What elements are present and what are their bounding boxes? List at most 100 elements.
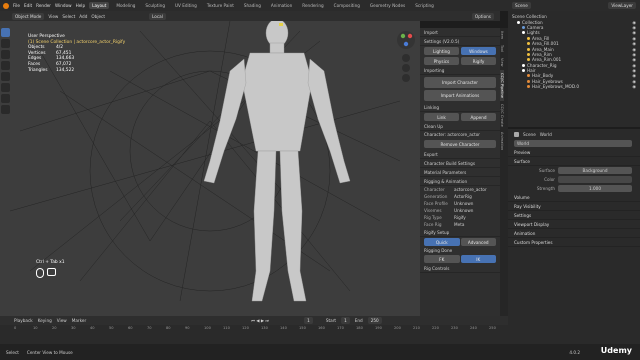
rigify-button[interactable]: Rigify: [461, 57, 496, 65]
tab-rendering[interactable]: Rendering: [299, 2, 326, 9]
playback-menu[interactable]: Playback: [14, 318, 33, 323]
visibility-eye-icon[interactable]: ◉: [632, 36, 636, 41]
import-animations-button[interactable]: Import Animations: [424, 90, 496, 101]
rig-controls-header[interactable]: Rig Controls: [420, 264, 500, 273]
tab-texture-paint[interactable]: Texture Paint: [204, 2, 237, 9]
visibility-eye-icon[interactable]: ◉: [632, 41, 636, 46]
marker-menu[interactable]: Marker: [72, 318, 86, 323]
physics-button[interactable]: Physics: [424, 57, 459, 65]
menu-view[interactable]: View: [48, 14, 58, 19]
visibility-eye-icon[interactable]: ◉: [632, 25, 636, 30]
windows-button[interactable]: Windows: [461, 47, 496, 55]
tab-sculpting[interactable]: Sculpting: [142, 2, 168, 9]
tab-shading[interactable]: Shading: [241, 2, 264, 9]
timeline-ruler[interactable]: 0 10 20 30 40 50 60 70 80 90 100 110 120 130 140 150 160…: [0, 326, 508, 333]
tab-view[interactable]: View: [500, 55, 504, 70]
surface-field[interactable]: Surface Background: [508, 166, 640, 175]
mode-selector[interactable]: Object Mode: [12, 12, 45, 20]
visibility-eye-icon[interactable]: ◉: [632, 47, 636, 52]
visibility-eye-icon[interactable]: ◉: [632, 84, 636, 89]
material-params-header[interactable]: Material Parameters: [420, 168, 500, 177]
tab-modeling[interactable]: Modeling: [113, 2, 138, 9]
blender-logo-icon[interactable]: [3, 2, 9, 9]
current-frame-field[interactable]: 1: [304, 317, 313, 324]
section-volume[interactable]: Volume: [508, 193, 640, 202]
tab-animation[interactable]: Animation: [268, 2, 295, 9]
tab-scripting[interactable]: Scripting: [412, 2, 437, 9]
rotate-tool-icon[interactable]: [1, 61, 10, 70]
tab-geometry-nodes[interactable]: Geometry Nodes: [367, 2, 408, 9]
annotate-tool-icon[interactable]: [1, 94, 10, 103]
menu-file[interactable]: File: [13, 3, 20, 8]
visibility-eye-icon[interactable]: ◉: [632, 68, 636, 73]
visibility-eye-icon[interactable]: ◉: [632, 20, 636, 25]
visibility-eye-icon[interactable]: ◉: [632, 63, 636, 68]
tab-layout[interactable]: Layout: [89, 2, 110, 9]
importing-header[interactable]: Importing: [420, 66, 500, 75]
strength-field[interactable]: Strength 1.000: [508, 184, 640, 193]
scale-tool-icon[interactable]: [1, 72, 10, 81]
rigify-setup-header[interactable]: Rigify Setup: [420, 228, 500, 237]
color-field[interactable]: Color: [508, 175, 640, 184]
char-build-header[interactable]: Character Build Settings: [420, 159, 500, 168]
visibility-eye-icon[interactable]: ◉: [632, 52, 636, 57]
world-name-field[interactable]: World: [508, 139, 640, 148]
section-animation[interactable]: Animation: [508, 229, 640, 238]
section-ray-visibility[interactable]: Ray Visibility: [508, 202, 640, 211]
visibility-eye-icon[interactable]: ◉: [632, 79, 636, 84]
menu-add[interactable]: Add: [79, 14, 87, 19]
menu-edit[interactable]: Edit: [24, 3, 32, 8]
tab-cc-pipeline[interactable]: CC/iC Pipeline: [500, 69, 504, 101]
start-frame-field[interactable]: 1: [341, 317, 350, 324]
link-button[interactable]: Link: [424, 113, 459, 121]
tab-animation[interactable]: Animation: [500, 129, 504, 153]
menu-window[interactable]: Window: [55, 3, 72, 8]
menu-render[interactable]: Render: [36, 3, 51, 8]
keying-menu[interactable]: Keying: [38, 318, 52, 323]
section-preview[interactable]: Preview: [508, 148, 640, 157]
transform-tool-icon[interactable]: [1, 83, 10, 92]
linking-header[interactable]: Linking: [420, 103, 500, 112]
ik-button[interactable]: IK: [460, 255, 496, 263]
menu-object[interactable]: Object: [91, 14, 105, 19]
quick-tab[interactable]: Quick: [424, 238, 460, 246]
play-controls-icon[interactable]: ⏮ ◀ ▶ ⏭: [251, 318, 269, 323]
tab-uv-editing[interactable]: UV Editing: [172, 2, 200, 9]
navigation-gizmo[interactable]: [395, 30, 417, 90]
export-header[interactable]: Export: [420, 150, 500, 159]
options-button[interactable]: Options: [471, 12, 494, 20]
move-tool-icon[interactable]: [1, 50, 10, 59]
remove-character-button[interactable]: Remove Character: [424, 140, 496, 148]
visibility-eye-icon[interactable]: ◉: [632, 30, 636, 35]
menu-help[interactable]: Help: [76, 3, 86, 8]
orientation-selector[interactable]: Local: [149, 12, 166, 20]
visibility-eye-icon[interactable]: ◉: [632, 57, 636, 62]
fk-button[interactable]: FK: [424, 255, 460, 263]
end-frame-field[interactable]: 250: [367, 317, 382, 324]
tab-tool[interactable]: Tool: [500, 42, 504, 55]
timeline-view-menu[interactable]: View: [57, 318, 67, 323]
tab-item[interactable]: Item: [500, 28, 504, 42]
rigging-header[interactable]: Rigging & Animation: [420, 177, 500, 186]
advanced-tab[interactable]: Advanced: [460, 238, 496, 246]
tab-cc-create[interactable]: CC/iC Create: [500, 101, 504, 130]
measure-tool-icon[interactable]: [1, 105, 10, 114]
outliner-item[interactable]: Hair_Eyebrows_MOD.0 ◉: [512, 84, 636, 89]
section-settings[interactable]: Settings: [508, 211, 640, 220]
section-custom-properties[interactable]: Custom Properties: [508, 238, 640, 247]
cleanup-header[interactable]: Clean Up: [420, 122, 500, 131]
select-tool-icon[interactable]: [1, 28, 10, 37]
cursor-tool-icon[interactable]: [1, 39, 10, 48]
view-layer-selector[interactable]: ViewLayer: [608, 2, 636, 9]
append-button[interactable]: Append: [461, 113, 496, 121]
settings-header[interactable]: Settings (V2.0.5): [420, 37, 500, 46]
menu-select[interactable]: Select: [62, 14, 75, 19]
section-surface[interactable]: Surface: [508, 157, 640, 166]
scene-selector[interactable]: Scene: [512, 2, 531, 9]
tab-compositing[interactable]: Compositing: [331, 2, 363, 9]
section-import[interactable]: Import: [420, 28, 500, 37]
lighting-button[interactable]: Lighting: [424, 47, 459, 55]
section-viewport-display[interactable]: Viewport Display: [508, 220, 640, 229]
import-character-button[interactable]: Import Character: [424, 77, 496, 88]
visibility-eye-icon[interactable]: ◉: [632, 73, 636, 78]
